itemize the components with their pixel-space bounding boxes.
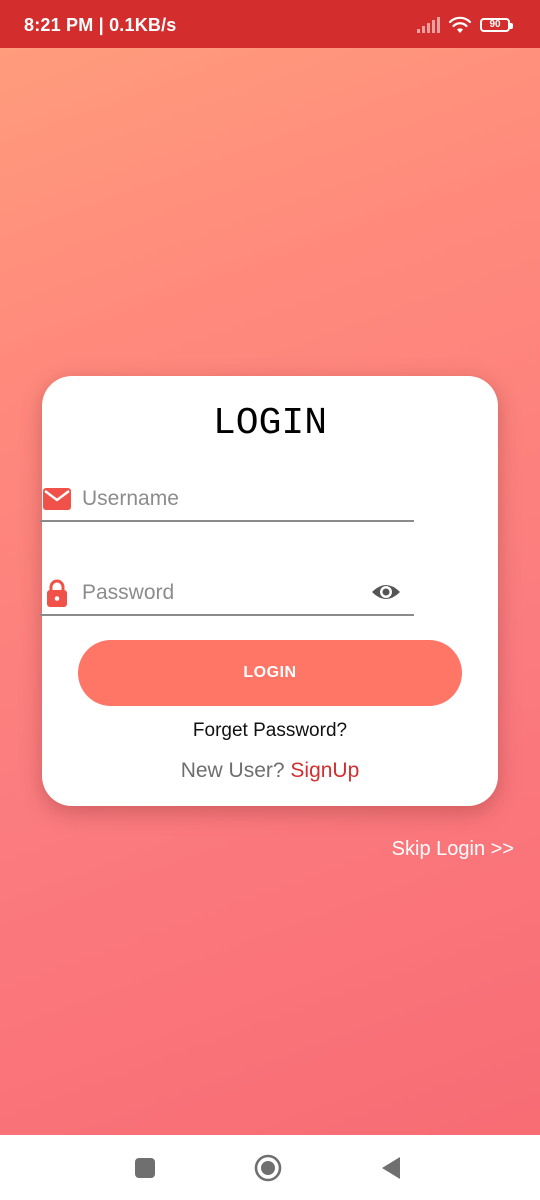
battery-level: 90	[489, 19, 501, 30]
username-input[interactable]	[80, 482, 364, 516]
wifi-icon	[448, 16, 472, 33]
mail-icon	[43, 488, 71, 510]
skip-login-link[interactable]: Skip Login >>	[392, 838, 514, 861]
forgot-password-link[interactable]: Forget Password?	[42, 720, 498, 742]
username-field	[40, 472, 414, 522]
eye-icon[interactable]	[370, 578, 402, 606]
battery-tip	[510, 23, 513, 29]
signal-icon	[417, 17, 440, 33]
lock-icon	[47, 579, 67, 607]
status-time-speed: 8:21 PM | 0.1KB/s	[24, 15, 177, 35]
back-button[interactable]	[376, 1153, 406, 1183]
new-user-label: New User?	[180, 759, 285, 782]
login-button[interactable]: LOGIN	[78, 640, 462, 706]
login-title: LOGIN	[212, 402, 328, 445]
navigation-bar	[0, 1135, 540, 1200]
home-button[interactable]	[253, 1153, 283, 1183]
recents-button[interactable]	[130, 1153, 160, 1183]
password-field	[40, 566, 414, 616]
password-input[interactable]	[80, 576, 364, 610]
status-bar: 8:21 PM | 0.1KB/s 90	[0, 0, 540, 48]
new-user-row: New User? SignUp	[42, 759, 498, 783]
battery-icon: 90	[480, 18, 513, 32]
signup-link[interactable]: SignUp	[290, 759, 359, 782]
status-icons: 90	[416, 14, 513, 36]
